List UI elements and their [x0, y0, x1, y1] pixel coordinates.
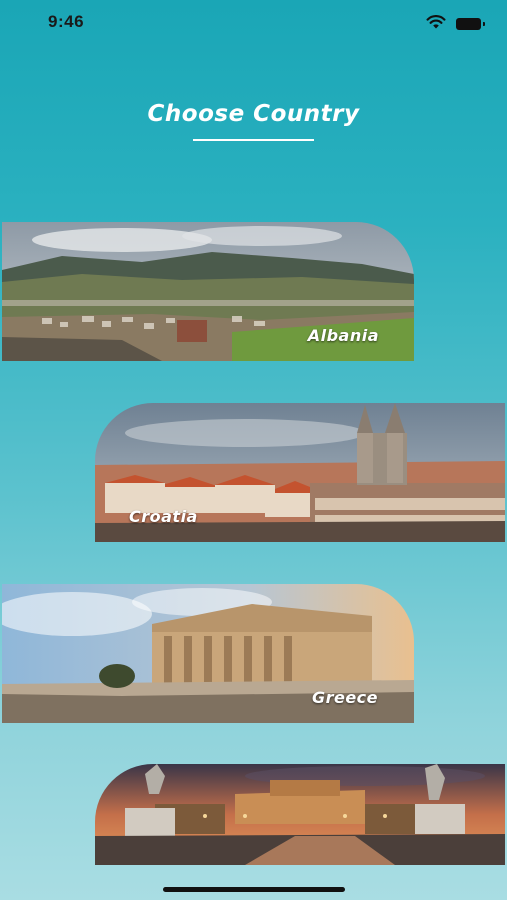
wifi-icon [426, 14, 446, 33]
choose-country-screen: 9:46 Choose Country Albania Croatia Gree… [0, 0, 507, 900]
country-label-greece: Greece [311, 688, 378, 707]
country-label-croatia: Croatia [129, 507, 198, 526]
country-card-albania[interactable]: Albania [2, 222, 414, 361]
home-indicator[interactable] [163, 887, 345, 892]
status-time: 9:46 [48, 12, 85, 31]
country-label-albania: Albania [307, 326, 379, 345]
page-title: Choose Country [147, 101, 360, 127]
status-icons [426, 14, 485, 33]
battery-icon [456, 17, 485, 30]
country-card-greece[interactable]: Greece [2, 584, 414, 723]
status-bar: 9:46 [0, 0, 507, 46]
country-card-croatia[interactable]: Croatia [95, 403, 505, 542]
title-underline [193, 139, 314, 141]
italy-photo [95, 764, 505, 865]
country-card-italy[interactable] [95, 764, 505, 865]
